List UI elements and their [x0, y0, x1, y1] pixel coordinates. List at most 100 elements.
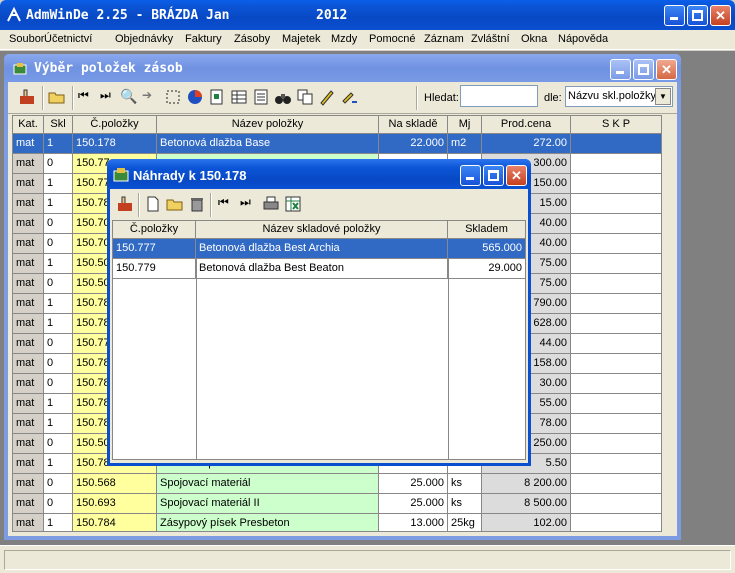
cell-skl: 0	[44, 234, 73, 254]
search-icon[interactable]: 🔍	[120, 88, 138, 106]
cell-mj: m2	[448, 134, 482, 154]
menu-zaznam[interactable]: Záznam	[424, 33, 464, 45]
cell-na-sklade: 25.000	[379, 494, 448, 514]
cell-kat: mat	[13, 494, 44, 514]
cell-skl: 1	[44, 254, 73, 274]
col-na-sklade[interactable]: Na skladě	[379, 116, 448, 134]
table-row[interactable]: mat 0 150.693 Spojovací materiál II 25.000 ks…	[13, 494, 661, 514]
window-icon	[13, 63, 27, 75]
cell-kat: mat	[13, 454, 44, 474]
menu-napoveda[interactable]: Nápověda	[558, 33, 608, 45]
cell-prod-cena: 272.00	[482, 134, 571, 154]
menu-faktury[interactable]: Faktury	[185, 33, 222, 45]
new-document-icon[interactable]	[144, 195, 162, 213]
menu-mzdy[interactable]: Mzdy	[331, 33, 357, 45]
col-mj[interactable]: Mj	[448, 116, 482, 134]
cell-nazev: Spojovací materiál II	[157, 494, 379, 514]
maximize-icon	[488, 170, 499, 181]
dialog-minimize-button[interactable]	[460, 165, 481, 186]
cell-kat: mat	[13, 174, 44, 194]
col-skl[interactable]: Skl	[44, 116, 73, 134]
menu-zvlastni[interactable]: Zvláštní	[471, 33, 510, 45]
chevron-down-icon[interactable]: ▼	[655, 88, 671, 105]
cell-skl: 0	[44, 494, 73, 514]
minimize-icon	[616, 71, 624, 74]
table-row[interactable]: 150.779 Betonová dlažba Best Beaton 29.000	[113, 259, 525, 279]
child-maximize-button[interactable]	[633, 59, 654, 80]
table-icon[interactable]	[230, 88, 248, 106]
stock-toolbar: ⏮ ⏭ 🔍 ➔ Hledat: dle: Názvu skl.položky ▼	[8, 82, 677, 114]
app-title: AdmWinDe 2.25 - BRÁZDA Jan	[26, 8, 230, 23]
menu-majetek[interactable]: Majetek	[282, 33, 321, 45]
select-hand-icon[interactable]	[116, 195, 134, 213]
search-by-select[interactable]: Názvu skl.položky ▼	[565, 86, 673, 107]
table-row[interactable]: mat 1 150.784 Zásypový písek Presbeton 13.00…	[13, 514, 661, 531]
open-folder-icon[interactable]	[166, 195, 184, 213]
first-record-icon[interactable]: ⏮	[218, 195, 236, 213]
minimize-button[interactable]	[664, 5, 685, 26]
cell-na-sklade: 25.000	[379, 474, 448, 494]
table-row[interactable]: mat 0 150.568 Spojovací materiál 25.000 ks 8 2…	[13, 474, 661, 494]
cell-skp	[571, 134, 661, 154]
stock-window-titlebar[interactable]: Výběr položek zásob ✕	[4, 54, 681, 82]
cell-skl: 0	[44, 214, 73, 234]
cell-kat: mat	[13, 194, 44, 214]
pen-icon[interactable]	[318, 88, 336, 106]
menu-pomocne[interactable]: Pomocné	[369, 33, 415, 45]
cell-cislo: 150.693	[73, 494, 157, 514]
cell-skp	[571, 154, 661, 174]
cell-nazev: Zásypový písek Presbeton	[157, 514, 379, 531]
child-minimize-button[interactable]	[610, 59, 631, 80]
search-input[interactable]	[460, 85, 538, 107]
col-cislo[interactable]: Č.položky	[73, 116, 157, 134]
first-record-icon[interactable]: ⏮	[78, 88, 96, 106]
cell-kat: mat	[13, 134, 44, 154]
dialog-close-button[interactable]: ✕	[506, 165, 527, 186]
cell-skp	[571, 274, 661, 294]
cell-skl: 1	[44, 294, 73, 314]
menu-objednavky[interactable]: Objednávky	[115, 33, 173, 45]
cell-skp	[571, 234, 661, 254]
cell-nazev: Betonová dlažba Best Beaton	[196, 259, 448, 279]
maximize-button[interactable]	[687, 5, 708, 26]
table-row[interactable]: 150.777 Betonová dlažba Best Archia 565.00…	[113, 239, 525, 259]
cell-skl: 0	[44, 154, 73, 174]
col-kat[interactable]: Kat.	[13, 116, 44, 134]
select-hand-icon[interactable]	[18, 88, 36, 106]
child-close-button[interactable]: ✕	[656, 59, 677, 80]
table-row[interactable]: mat 1 150.178 Betonová dlažba Base 22.000 m2 2…	[13, 134, 661, 154]
dialog-maximize-button[interactable]	[483, 165, 504, 186]
menu-ucetnictvi[interactable]: Účetnictví	[44, 33, 92, 45]
document-icon[interactable]	[208, 88, 226, 106]
col-skladem[interactable]: Skladem	[448, 221, 525, 239]
arrow-right-icon[interactable]: ➔	[142, 88, 160, 106]
dialog-titlebar[interactable]: Náhrady k 150.178 ✕	[107, 159, 531, 189]
menu-okna[interactable]: Okna	[521, 33, 547, 45]
col-skp[interactable]: S K P	[571, 116, 661, 134]
menu-soubor[interactable]: Soubor	[9, 33, 44, 45]
col-prod-cena[interactable]: Prod.cena	[482, 116, 571, 134]
pen-alt-icon[interactable]	[340, 88, 358, 106]
cell-skl: 1	[44, 314, 73, 334]
status-panel	[4, 550, 731, 570]
cell-prod-cena: 102.00	[482, 514, 571, 531]
trash-icon[interactable]	[188, 195, 206, 213]
excel-export-icon[interactable]	[284, 195, 302, 213]
col-nazev-skladove[interactable]: Název skladové položky	[196, 221, 448, 239]
col-nazev[interactable]: Název položky	[157, 116, 379, 134]
col-cislo[interactable]: Č.položky	[113, 221, 196, 239]
select-range-icon[interactable]	[164, 88, 182, 106]
last-record-icon[interactable]: ⏭	[240, 195, 258, 213]
cell-mj: 25kg	[448, 514, 482, 531]
print-icon[interactable]	[262, 195, 280, 213]
copy-icon[interactable]	[296, 88, 314, 106]
cell-skp	[571, 314, 661, 334]
menu-zasoby[interactable]: Zásoby	[234, 33, 270, 45]
maximize-icon	[692, 10, 703, 21]
binoculars-icon[interactable]	[274, 88, 292, 106]
last-record-icon[interactable]: ⏭	[100, 88, 118, 106]
list-icon[interactable]	[252, 88, 270, 106]
close-button[interactable]: ✕	[710, 5, 731, 26]
open-folder-icon[interactable]	[48, 88, 66, 106]
pie-chart-icon[interactable]	[186, 88, 204, 106]
